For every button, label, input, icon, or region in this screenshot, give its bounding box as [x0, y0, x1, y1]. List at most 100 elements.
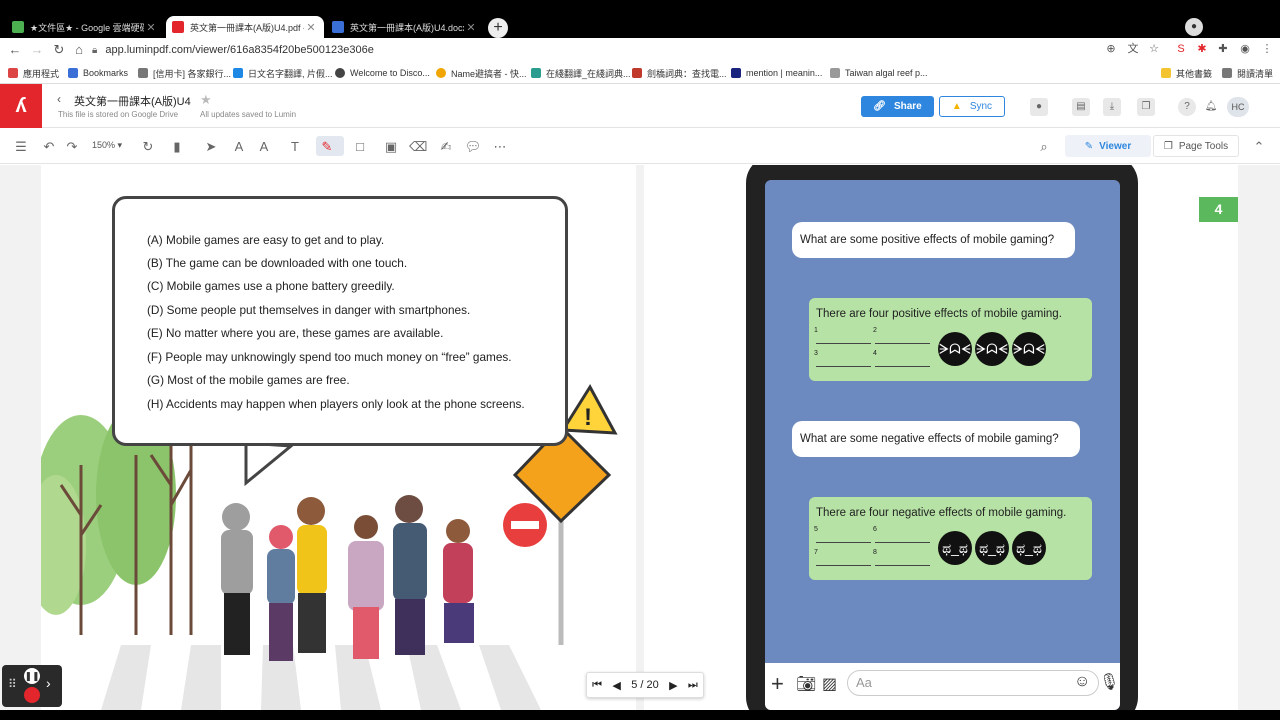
more-icon[interactable]: ⋯	[491, 138, 509, 156]
bookmark-discord[interactable]: Welcome to Disco...	[335, 65, 430, 81]
page-number-badge: 4	[1199, 197, 1238, 222]
lumin-logo[interactable]: ʎ	[0, 84, 42, 128]
svg-text:!: !	[584, 404, 592, 431]
extensions-puzzle-icon[interactable]: ✚	[1216, 42, 1230, 56]
image-icon[interactable]: ▣	[382, 138, 400, 156]
drag-handle-icon[interactable]: ⠿	[8, 677, 17, 691]
download-icon[interactable]: ⤓	[1103, 98, 1121, 116]
shape-icon[interactable]: □	[351, 138, 369, 156]
browser-tab-docs[interactable]: 英文第一冊課本(A版)U4.docx - ✕	[326, 16, 484, 38]
sidebar-toggle-icon[interactable]: ☰	[12, 138, 30, 156]
bookmark-cambridge[interactable]: 劍橋詞典：查找電...	[632, 65, 727, 81]
eraser-icon[interactable]: ⌫	[409, 138, 427, 156]
page-icon	[233, 68, 243, 78]
undo-icon[interactable]: ↶	[40, 138, 58, 156]
signature-icon[interactable]: ✍	[437, 138, 455, 156]
tab-viewer[interactable]: ✎ Viewer	[1065, 135, 1151, 157]
first-page-icon[interactable]: ⏮	[592, 679, 602, 692]
home-icon[interactable]: ⌂	[70, 41, 88, 59]
save-status: All updates saved to Lumin	[200, 110, 297, 119]
answer-bubble-negative: There are four negative effects of mobil…	[809, 497, 1092, 580]
bookmark-other[interactable]: 其他書籤	[1161, 65, 1212, 81]
tab-title: 英文第一冊課本(A版)U4.docx -	[350, 22, 464, 33]
statement-h: (H) Accidents may happen when players on…	[147, 397, 525, 411]
chevron-left-icon[interactable]: ‹	[57, 92, 61, 106]
comment-icon[interactable]: ●	[1030, 98, 1048, 116]
page-icon	[436, 68, 446, 78]
sync-button[interactable]: ▲ Sync	[939, 96, 1005, 117]
storage-note: This file is stored on Google Drive	[58, 110, 179, 119]
bookmark-name[interactable]: Name避搞者 - 快...	[436, 65, 527, 81]
bookmark-bookmarks[interactable]: Bookmarks	[68, 65, 128, 81]
pages-icon[interactable]: ❐	[1137, 98, 1155, 116]
close-icon[interactable]: ✕	[304, 21, 318, 34]
text-box-icon[interactable]: A	[230, 138, 248, 156]
menu-kebab-icon[interactable]: ⋮	[1260, 42, 1274, 56]
blank-line	[816, 565, 871, 566]
browser-tab-drive[interactable]: ★文件區★ - Google 雲端硬碟 ✕	[6, 16, 164, 38]
tab-page-tools[interactable]: ❐ Page Tools	[1153, 135, 1239, 157]
star-icon[interactable]: ★	[200, 92, 212, 108]
folder-icon	[1161, 68, 1171, 78]
crying-face-icon: ಥ_ಥ	[975, 531, 1009, 565]
back-arrow-icon[interactable]: ←	[6, 41, 24, 59]
new-tab-button[interactable]: +	[488, 18, 508, 38]
bell-icon[interactable]: 🔔︎	[1202, 98, 1220, 116]
prev-page-icon[interactable]: ◀	[612, 679, 620, 692]
media-control-icon[interactable]: ●	[1185, 18, 1203, 36]
blank-line	[816, 366, 871, 367]
install-icon[interactable]: ⊕	[1104, 42, 1118, 56]
pause-icon[interactable]: ❚❚	[24, 668, 40, 684]
chevron-up-icon[interactable]: ⌃	[1250, 138, 1268, 156]
chevron-right-icon[interactable]: ›	[46, 675, 51, 691]
bookmark-japanese[interactable]: 日文名字翻譯, 片假...	[233, 65, 333, 81]
tab-strip: ★文件區★ - Google 雲端硬碟 ✕ 英文第一冊課本(A版)U4.pdf …	[0, 0, 1280, 38]
avatar[interactable]: HC	[1227, 97, 1249, 117]
extension-red-icon[interactable]: ✱	[1195, 42, 1209, 56]
text-style-icon[interactable]: A	[255, 138, 273, 156]
browser-tab-lumin[interactable]: 英文第一冊課本(A版)U4.pdf - Lu ✕	[166, 16, 324, 38]
share-button[interactable]: 🔗︎ Share	[861, 96, 934, 117]
help-icon[interactable]: ?	[1178, 98, 1196, 116]
last-page-icon[interactable]: ⏭	[688, 679, 698, 692]
redo-icon[interactable]: ↷	[63, 138, 81, 156]
forward-arrow-icon[interactable]: →	[28, 41, 46, 59]
reload-icon[interactable]: ↻	[50, 41, 68, 59]
stop-icon[interactable]	[24, 687, 40, 703]
pdf-page-right: What are some positive effects of mobile…	[644, 165, 1238, 710]
star-icon	[68, 68, 78, 78]
translate-icon[interactable]: 文	[1126, 42, 1140, 56]
extension-s-icon[interactable]: S	[1174, 42, 1188, 56]
statement-c: (C) Mobile games use a phone battery gre…	[147, 279, 395, 293]
url-field[interactable]: 🔒︎ app.luminpdf.com/viewer/616a8354f20be…	[92, 40, 1092, 60]
statement-f: (F) People may unknowingly spend too muc…	[147, 350, 512, 364]
bookmark-reading-list[interactable]: 閱讀清單	[1222, 65, 1273, 81]
bookmark-star-icon[interactable]: ☆	[1147, 42, 1161, 56]
answer-bubble-positive: There are four positive effects of mobil…	[809, 298, 1092, 381]
profile-icon[interactable]: ◉	[1238, 42, 1252, 56]
pen-icon: ✎	[1084, 140, 1094, 152]
free-text-icon[interactable]: T	[286, 138, 304, 156]
pen-icon[interactable]: ✎	[318, 138, 336, 156]
bookmark-mention[interactable]: mention | meanin...	[731, 65, 822, 81]
bookmark-translate[interactable]: 在綫翻譯_在綫詞典...	[531, 65, 631, 81]
zoom-select[interactable]: 150% ▾	[92, 140, 122, 151]
laughing-face-icon: ᗒᗣᗕ	[938, 332, 972, 366]
comment-icon[interactable]: 💬︎	[464, 138, 482, 156]
camera-icon: 📷︎	[796, 676, 817, 693]
page-menu-icon[interactable]: ▮	[168, 138, 186, 156]
close-icon[interactable]: ✕	[464, 21, 478, 34]
bookmark-apps[interactable]: 應用程式	[8, 65, 59, 81]
document-title[interactable]: 英文第一冊課本(A版)U4	[74, 93, 191, 109]
google-drive-icon	[12, 21, 24, 33]
select-pointer-icon[interactable]: ➤	[202, 138, 220, 156]
close-icon[interactable]: ✕	[144, 21, 158, 34]
page-indicator[interactable]: 5 / 20	[631, 679, 659, 691]
search-icon[interactable]: ⌕	[1035, 138, 1053, 156]
document-canvas: ! (A) Mobile games are easy to get and t…	[0, 165, 1280, 710]
bookmark-credit[interactable]: [信用卡] 各家銀行...	[138, 65, 231, 81]
bookmark-taiwan[interactable]: Taiwan algal reef p...	[830, 65, 928, 81]
next-page-icon[interactable]: ▶	[669, 679, 677, 692]
rotate-icon[interactable]: ↻	[139, 138, 157, 156]
print-icon[interactable]: ▤	[1072, 98, 1090, 116]
